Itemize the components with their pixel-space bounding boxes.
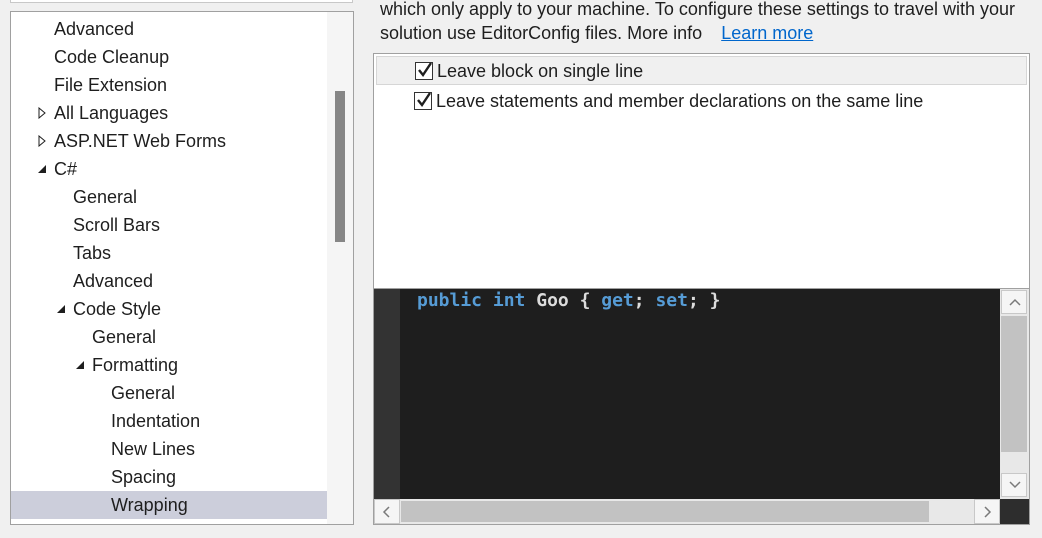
tree-vertical-scrollbar[interactable] — [327, 12, 353, 524]
scrollbar-corner — [1000, 499, 1029, 524]
option-leave-statements-same-line[interactable]: Leave statements and member declarations… — [376, 87, 1027, 116]
wrapping-options-list: Leave block on single line Leave stateme… — [373, 53, 1030, 289]
tree-item-label: Spacing — [111, 467, 177, 487]
preview-vscroll-thumb[interactable] — [1001, 316, 1027, 452]
code-keyword: public — [417, 290, 483, 311]
chevron-down-icon — [1009, 481, 1021, 489]
preview-hscroll-thumb[interactable] — [401, 501, 929, 522]
chevron-right-icon — [984, 506, 992, 518]
code-text: ; } — [687, 290, 721, 311]
search-box[interactable] — [10, 0, 353, 3]
chevron-up-icon — [1009, 298, 1021, 306]
tree-item[interactable]: Advanced — [11, 267, 327, 295]
preview-vertical-scrollbar[interactable] — [1000, 289, 1029, 499]
tree-scroll-thumb[interactable] — [335, 91, 345, 242]
tree-item-label: File Extension — [54, 75, 168, 95]
code-line: public int Goo { get; set; } — [417, 289, 720, 313]
options-tree: Advanced Code Cleanup File Extension All La… — [10, 11, 354, 525]
collapsed-arrow-icon[interactable] — [37, 127, 49, 155]
tree-item-label: All Languages — [54, 103, 169, 123]
chevron-left-icon — [382, 506, 390, 518]
leave-block-checkbox[interactable] — [415, 62, 433, 80]
option-label: Leave block on single line — [437, 61, 644, 81]
tree-item-label: General — [92, 327, 157, 347]
tree-item-label: Code Style — [73, 299, 162, 319]
tree-item-label: C# — [54, 159, 78, 179]
tree-item[interactable]: Wrapping — [11, 491, 327, 519]
tree-item-label: Code Cleanup — [54, 47, 170, 67]
tree-item[interactable]: New Lines — [11, 435, 327, 463]
code-preview: public int Goo { get; set; } — [373, 288, 1030, 525]
check-mark-icon — [417, 92, 431, 108]
scroll-right-button[interactable] — [974, 499, 1000, 524]
tree-item-label: Scroll Bars — [73, 215, 161, 235]
tree-item-label: Wrapping — [111, 495, 188, 515]
code-text: Goo { — [525, 290, 602, 311]
tree-item-label: ASP.NET Web Forms — [54, 131, 227, 151]
tree-item[interactable]: Scroll Bars — [11, 211, 327, 239]
tree-item[interactable]: Tabs — [11, 239, 327, 267]
tree-item-label: Advanced — [54, 19, 135, 39]
info-text-line-1: which only apply to your machine. To con… — [380, 0, 1016, 19]
check-mark-icon — [418, 62, 432, 78]
preview-horizontal-scrollbar[interactable] — [374, 499, 1000, 524]
tree-item[interactable]: Formatting — [11, 351, 327, 379]
tree-item-label: General — [111, 383, 176, 403]
expanded-arrow-icon[interactable] — [37, 155, 49, 183]
tree-item[interactable]: Advanced — [11, 15, 327, 43]
tree-item-label: Advanced — [73, 271, 154, 291]
info-text-line-2-text: solution use EditorConfig files. More in… — [380, 23, 703, 43]
expanded-arrow-icon[interactable] — [56, 295, 68, 323]
tree-item[interactable]: General — [11, 183, 327, 211]
tree-item[interactable]: General — [11, 379, 327, 407]
tree-item-label: General — [73, 187, 138, 207]
learn-more-link[interactable]: Learn more — [721, 23, 813, 43]
tree-item[interactable]: ASP.NET Web Forms — [11, 127, 327, 155]
tree-item-label: Formatting — [92, 355, 179, 375]
expanded-arrow-icon[interactable] — [75, 351, 87, 379]
code-text: ; — [633, 290, 656, 311]
option-label: Leave statements and member declarations… — [436, 91, 924, 111]
editor-gutter — [374, 289, 400, 499]
code-keyword: set — [655, 290, 688, 311]
tree-item[interactable]: Code Style — [11, 295, 327, 323]
tree-item-label: New Lines — [111, 439, 196, 459]
collapsed-arrow-icon[interactable] — [37, 99, 49, 127]
tree-item[interactable]: Indentation — [11, 407, 327, 435]
scroll-left-button[interactable] — [374, 499, 400, 524]
code-keyword: int — [492, 290, 526, 311]
tree-item[interactable]: General — [11, 323, 327, 351]
tree-item[interactable]: Spacing — [11, 463, 327, 491]
tree-item-label: Indentation — [111, 411, 201, 431]
tree-item[interactable]: C# — [11, 155, 327, 183]
tree-item[interactable]: All Languages — [11, 99, 327, 127]
code-keyword: get — [601, 290, 634, 311]
leave-statements-checkbox[interactable] — [414, 92, 432, 110]
scroll-up-button[interactable] — [1001, 290, 1027, 314]
info-text-line-2: solution use EditorConfig files. More in… — [380, 21, 813, 45]
option-leave-block-single-line[interactable]: Leave block on single line — [376, 56, 1027, 85]
tree-item-label: Tabs — [73, 243, 112, 263]
tree-item[interactable]: Code Cleanup — [11, 43, 327, 71]
scroll-down-button[interactable] — [1001, 473, 1027, 497]
tree-item[interactable]: File Extension — [11, 71, 327, 99]
